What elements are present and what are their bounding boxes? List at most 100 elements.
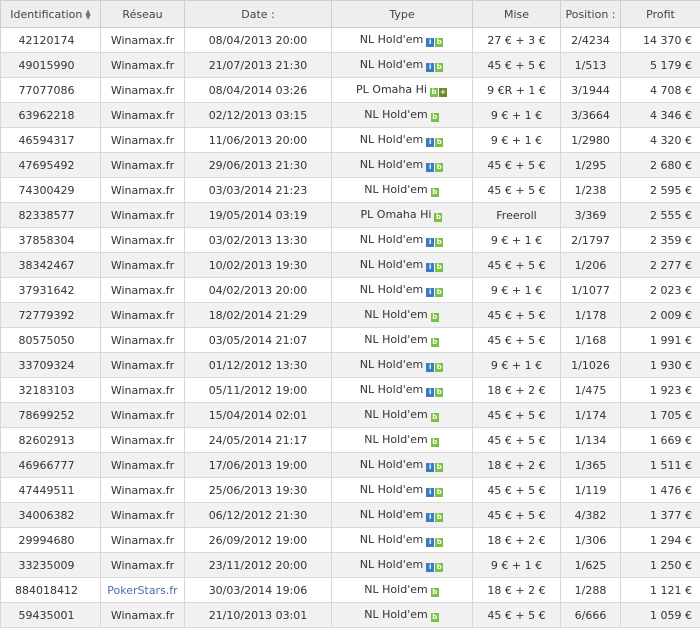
type-cell: NL Hold'em i b — [331, 377, 473, 403]
network-cell: Winamax.fr — [100, 252, 185, 278]
profit-cell: 5 179 € — [620, 52, 700, 78]
position-cell-text: 1/513 — [574, 58, 607, 72]
date-cell-text: 19/05/2014 03:19 — [208, 208, 308, 222]
table-row: 78699252 Winamax.fr 15/04/2014 02:01 NL Hol… — [0, 402, 700, 428]
column-header-réseau[interactable]: Réseau — [100, 0, 185, 28]
tournament-id-cell: 34006382 — [0, 502, 101, 528]
profit-cell-text: 1 250 € — [650, 558, 692, 572]
network-cell: Winamax.fr — [100, 502, 185, 528]
tournament-id-cell: 38342467 — [0, 252, 101, 278]
game-type-icons: b — [430, 434, 440, 447]
profit-cell-text: 1 059 € — [650, 608, 692, 622]
profit-cell: 2 555 € — [620, 202, 700, 228]
network-cell: Winamax.fr — [100, 477, 185, 503]
type-cell-text: NL Hold'em — [359, 383, 424, 396]
type-cell: PL Omaha Hi b — [331, 202, 473, 228]
position-cell-text: 1/174 — [574, 408, 607, 422]
tournament-id-cell: 29994680 — [0, 527, 101, 553]
profit-cell-text: 1 476 € — [650, 483, 692, 497]
tournament-id-cell: 32183103 — [0, 377, 101, 403]
tournament-id-cell-text: 46594317 — [18, 133, 75, 147]
network-cell-text: Winamax.fr — [110, 108, 175, 122]
buyin-cell-text: 45 € + 5 € — [487, 433, 546, 447]
position-cell-text: 1/134 — [574, 433, 607, 447]
type-cell: NL Hold'em b — [331, 602, 473, 628]
game-type-icons: b — [430, 184, 440, 197]
network-cell-text: Winamax.fr — [110, 608, 175, 622]
profit-cell: 4 320 € — [620, 127, 700, 153]
type-cell-text: NL Hold'em — [359, 233, 424, 246]
tournament-id-cell: 77077086 — [0, 77, 101, 103]
column-header-date[interactable]: Date : — [184, 0, 332, 28]
profit-cell: 1 930 € — [620, 352, 700, 378]
date-cell-text: 05/11/2012 19:00 — [208, 383, 308, 397]
date-cell-text: 24/05/2014 21:17 — [208, 433, 308, 447]
position-cell-text: 1/1077 — [571, 283, 610, 297]
date-cell: 26/09/2012 19:00 — [184, 527, 332, 553]
table-row: 49015990 Winamax.fr 21/07/2013 21:30 NL Hol… — [0, 52, 700, 78]
multi-table-icon: i — [426, 288, 435, 297]
type-cell-text: NL Hold'em — [364, 433, 428, 446]
multi-table-icon: i — [426, 238, 435, 247]
tournament-icon: b — [430, 613, 439, 622]
date-cell-text: 11/06/2013 20:00 — [208, 133, 308, 147]
column-header-profit[interactable]: Profit — [620, 0, 700, 28]
game-type-icons: ib — [426, 509, 444, 522]
column-header-position[interactable]: Position : — [560, 0, 621, 28]
column-header-type[interactable]: Type — [331, 0, 473, 28]
table-row: 46594317 Winamax.fr 11/06/2013 20:00 NL Hol… — [0, 127, 700, 153]
network-cell[interactable]: PokerStars.fr — [100, 577, 185, 603]
tournament-id-cell-text: 47695492 — [18, 158, 75, 172]
network-cell-text: Winamax.fr — [110, 58, 175, 72]
network-cell: Winamax.fr — [100, 402, 185, 428]
tournament-id-cell-text: 47449511 — [18, 483, 75, 497]
type-cell-text: NL Hold'em — [359, 483, 424, 496]
table-row: 59435001 Winamax.fr 21/10/2013 03:01 NL Hol… — [0, 602, 700, 628]
column-header-identification[interactable]: Identification ▲ ▼ — [0, 0, 101, 28]
network-cell: Winamax.fr — [100, 452, 185, 478]
buyin-cell: 45 € + 5 € — [472, 302, 561, 328]
date-cell-text: 03/03/2014 21:23 — [208, 183, 308, 197]
game-type-icons: ib — [426, 284, 444, 297]
date-cell: 05/11/2012 19:00 — [184, 377, 332, 403]
network-cell: Winamax.fr — [100, 277, 185, 303]
network-cell-text[interactable]: PokerStars.fr — [107, 584, 177, 597]
table-row: 33709324 Winamax.fr 01/12/2012 13:30 NL Hol… — [0, 352, 700, 378]
tournament-icon: b — [430, 113, 439, 122]
column-header-mise[interactable]: Mise — [472, 0, 561, 28]
game-type-icons: ib — [426, 534, 444, 547]
network-cell-text: Winamax.fr — [110, 208, 175, 222]
tournament-id-cell: 82338577 — [0, 202, 101, 228]
sort-arrows-icon[interactable]: ▲ ▼ — [85, 8, 90, 20]
game-type-icons: ib — [426, 384, 444, 397]
tournament-id-cell-text: 37931642 — [18, 283, 75, 297]
position-cell-text: 3/369 — [574, 208, 607, 222]
table-row: 37931642 Winamax.fr 04/02/2013 20:00 NL Hol… — [0, 277, 700, 303]
tournament-icon: b — [435, 513, 444, 522]
buyin-cell-text: 9 € + 1 € — [490, 283, 543, 297]
type-cell: NL Hold'em i b — [331, 527, 473, 553]
tournament-id-cell-text: 42120174 — [18, 33, 75, 47]
date-cell: 11/06/2013 20:00 — [184, 127, 332, 153]
table-row: 884018412 PokerStars.fr 30/03/2014 19:06 NL… — [0, 577, 700, 603]
table-row: 47449511 Winamax.fr 25/06/2013 19:30 NL Hol… — [0, 477, 700, 503]
date-cell: 18/02/2014 21:29 — [184, 302, 332, 328]
date-cell: 17/06/2013 19:00 — [184, 452, 332, 478]
date-cell: 02/12/2013 03:15 — [184, 102, 332, 128]
profit-cell-text: 2 555 € — [650, 208, 692, 222]
profit-cell: 2 023 € — [620, 277, 700, 303]
network-cell-text: Winamax.fr — [110, 358, 175, 372]
multi-table-icon: i — [426, 513, 435, 522]
position-cell: 1/238 — [560, 177, 621, 203]
table-row: 47695492 Winamax.fr 29/06/2013 21:30 NL Hol… — [0, 152, 700, 178]
position-cell-text: 1/365 — [574, 458, 607, 472]
table-row: 29994680 Winamax.fr 26/09/2012 19:00 NL Hol… — [0, 527, 700, 553]
buyin-cell-text: 45 € + 5 € — [487, 183, 546, 197]
buyin-cell-text: 45 € + 5 € — [487, 333, 546, 347]
multi-table-icon: i — [426, 38, 435, 47]
tournament-id-cell: 37858304 — [0, 227, 101, 253]
profit-cell-text: 1 377 € — [650, 508, 692, 522]
tournament-id-cell: 80575050 — [0, 327, 101, 353]
date-cell-text: 08/04/2014 03:26 — [208, 83, 308, 97]
tournament-id-cell: 72779392 — [0, 302, 101, 328]
